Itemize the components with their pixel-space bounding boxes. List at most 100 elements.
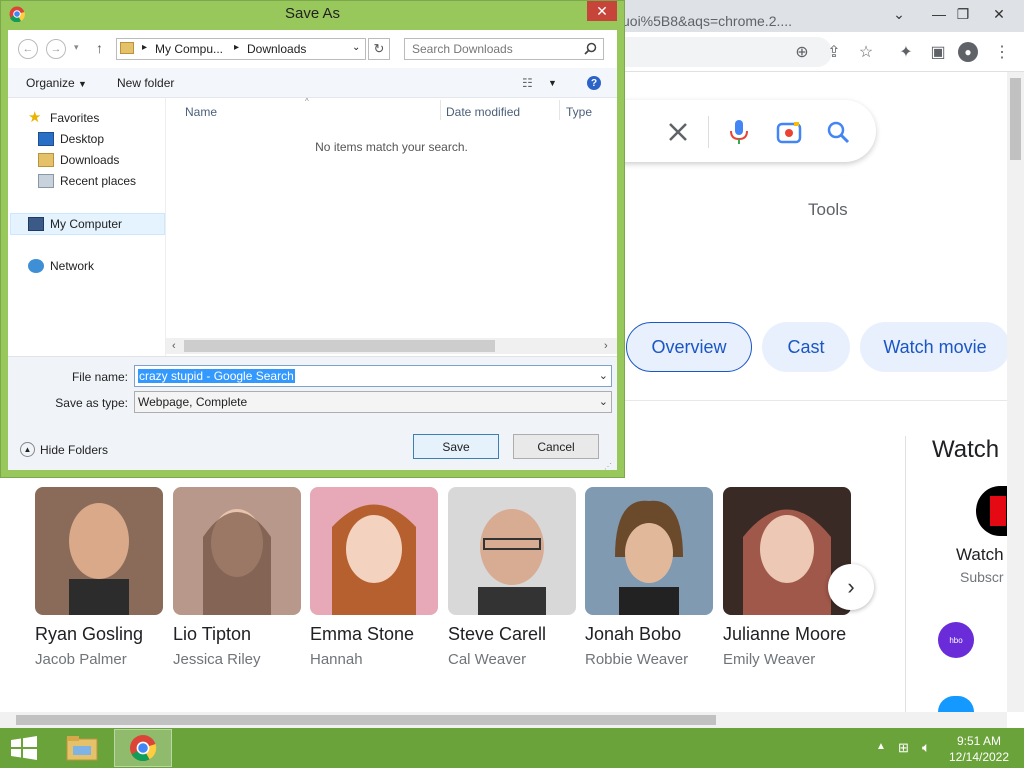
voice-search-icon[interactable] xyxy=(728,118,750,146)
breadcrumb-item[interactable]: My Compu... xyxy=(155,42,223,56)
chip-watch-movie[interactable]: Watch movie xyxy=(860,322,1010,372)
save-button[interactable]: Save xyxy=(413,434,499,459)
save-as-type-select[interactable]: Webpage, Complete ⌄ xyxy=(134,391,612,413)
chip-cast[interactable]: Cast xyxy=(762,322,850,372)
cast-name: Lio Tipton xyxy=(173,624,252,644)
column-header-name[interactable]: Name xyxy=(185,105,217,119)
network-status-icon[interactable]: ⊞ xyxy=(898,740,909,756)
chip-overview[interactable]: Overview xyxy=(626,322,752,372)
dialog-title: Save As xyxy=(284,5,341,22)
chevron-down-icon[interactable]: ⌄ xyxy=(352,42,360,53)
help-icon[interactable]: ? xyxy=(587,76,601,90)
cast-role: Robbie Weaver xyxy=(585,651,689,668)
windows-start-icon[interactable] xyxy=(10,736,38,760)
refresh-icon[interactable]: ↻ xyxy=(368,38,390,60)
show-hidden-icons-icon[interactable]: ▲ xyxy=(876,741,886,752)
zoom-icon[interactable]: ⊕ xyxy=(792,42,812,62)
file-name-input[interactable]: crazy stupid - Google Search ⌄ xyxy=(134,365,612,387)
vertical-scrollbar-thumb[interactable] xyxy=(1010,78,1021,160)
cast-name: Julianne Moore xyxy=(723,624,847,644)
profile-avatar-icon[interactable]: ● xyxy=(958,42,978,62)
cast-card[interactable]: Lio Tipton Jessica Riley xyxy=(173,487,301,668)
cast-photo xyxy=(173,487,301,615)
volume-icon[interactable]: 🔈︎ xyxy=(922,739,930,756)
collapse-icon: ▲ xyxy=(20,442,35,457)
back-button[interactable]: ← xyxy=(18,39,38,59)
side-panel-icon[interactable]: ▣ xyxy=(928,42,948,62)
column-header-date[interactable]: Date modified xyxy=(446,105,520,119)
cast-role: Jessica Riley xyxy=(173,651,261,668)
horizontal-scrollbar-thumb[interactable] xyxy=(16,715,716,725)
search-input[interactable]: Search Downloads xyxy=(412,42,513,56)
cast-name: Jonah Bobo xyxy=(585,624,682,644)
nav-network[interactable]: Network xyxy=(28,256,94,276)
nav-downloads-label: Downloads xyxy=(60,153,120,167)
search-icon[interactable] xyxy=(584,42,597,55)
nav-recent-places[interactable]: Recent places xyxy=(38,171,136,191)
chevron-down-icon[interactable]: ⌄ xyxy=(599,369,608,382)
chrome-taskbar-button[interactable] xyxy=(114,729,172,767)
vertical-scrollbar[interactable] xyxy=(1007,72,1024,712)
chevron-down-icon[interactable]: ⌄ xyxy=(882,0,916,28)
dialog-close-button[interactable]: ✕ xyxy=(587,1,617,21)
restore-icon[interactable]: ❐ xyxy=(946,0,980,28)
cast-photo xyxy=(35,487,163,615)
forward-button[interactable]: → xyxy=(46,39,66,59)
pane-divider[interactable] xyxy=(165,98,166,356)
cast-card[interactable]: Emma Stone Hannah xyxy=(310,487,438,668)
taskbar-clock[interactable]: 9:51 AM 12/14/2022 xyxy=(944,733,1014,765)
nav-network-label: Network xyxy=(50,259,95,273)
cast-card[interactable]: Steve Carell Cal Weaver xyxy=(448,487,576,668)
column-separator[interactable] xyxy=(559,100,560,120)
scroll-right-icon[interactable]: › xyxy=(604,340,608,352)
cast-card[interactable]: Ryan Gosling Jacob Palmer xyxy=(35,487,163,668)
hide-folders-toggle[interactable]: ▲ Hide Folders xyxy=(20,442,108,457)
extensions-icon[interactable]: ✦ xyxy=(896,42,916,62)
tools-button[interactable]: Tools xyxy=(808,200,848,220)
up-arrow-icon[interactable]: ↑ xyxy=(96,40,103,56)
clear-search-icon[interactable] xyxy=(668,122,688,142)
image-search-icon[interactable] xyxy=(776,120,802,144)
search-divider xyxy=(708,116,709,148)
nav-favorites[interactable]: ★ Favorites xyxy=(28,108,99,128)
view-options-icon[interactable]: ☷ xyxy=(522,76,533,90)
prime-video-logo-icon[interactable] xyxy=(938,696,974,712)
menu-kebab-icon[interactable]: ⋮ xyxy=(992,42,1012,62)
downloads-folder-icon xyxy=(38,153,54,167)
carousel-next-button[interactable]: › xyxy=(828,564,874,610)
cast-role: Cal Weaver xyxy=(448,651,527,668)
search-icon[interactable] xyxy=(826,120,850,144)
nav-downloads[interactable]: Downloads xyxy=(38,150,119,170)
cast-photo xyxy=(585,487,713,615)
cast-card[interactable]: Jonah Bobo Robbie Weaver xyxy=(585,487,713,668)
new-folder-button[interactable]: New folder xyxy=(117,76,174,90)
file-explorer-taskbar-button[interactable] xyxy=(53,729,111,767)
scroll-left-icon[interactable]: ‹ xyxy=(172,340,176,352)
column-separator[interactable] xyxy=(440,100,441,120)
recent-locations-icon[interactable]: ▾ xyxy=(74,42,79,53)
hbo-max-logo-icon[interactable]: hbo xyxy=(938,622,974,658)
share-icon[interactable]: ⇪ xyxy=(824,42,844,62)
column-header-type[interactable]: Type xyxy=(566,105,592,119)
watch-provider-label[interactable]: Watch xyxy=(956,545,1004,565)
bookmark-star-icon[interactable]: ☆ xyxy=(856,42,876,62)
desktop-icon xyxy=(38,132,54,146)
nav-recent-label: Recent places xyxy=(60,174,137,188)
breadcrumb-item[interactable]: Downloads xyxy=(247,42,306,56)
chevron-down-icon[interactable]: ▼ xyxy=(548,78,557,88)
watch-provider-sub: Subscr xyxy=(960,569,1004,585)
save-as-type-label: Save as type: xyxy=(55,396,128,410)
cast-photo xyxy=(448,487,576,615)
computer-icon xyxy=(28,217,44,231)
resize-grip-icon[interactable]: ⋰ xyxy=(604,462,612,471)
file-list-scrollbar-thumb[interactable] xyxy=(184,340,495,352)
organize-menu[interactable]: Organize ▼ xyxy=(26,76,87,90)
nav-my-computer[interactable]: My Computer xyxy=(28,214,122,234)
clock-time: 9:51 AM xyxy=(956,734,1002,748)
cast-name: Ryan Gosling xyxy=(35,624,144,644)
close-icon[interactable]: ✕ xyxy=(982,0,1016,28)
cancel-button[interactable]: Cancel xyxy=(513,434,599,459)
address-breadcrumb-bar[interactable] xyxy=(116,38,366,60)
nav-desktop[interactable]: Desktop xyxy=(38,129,104,149)
file-name-value: crazy stupid - Google Search xyxy=(138,369,295,383)
